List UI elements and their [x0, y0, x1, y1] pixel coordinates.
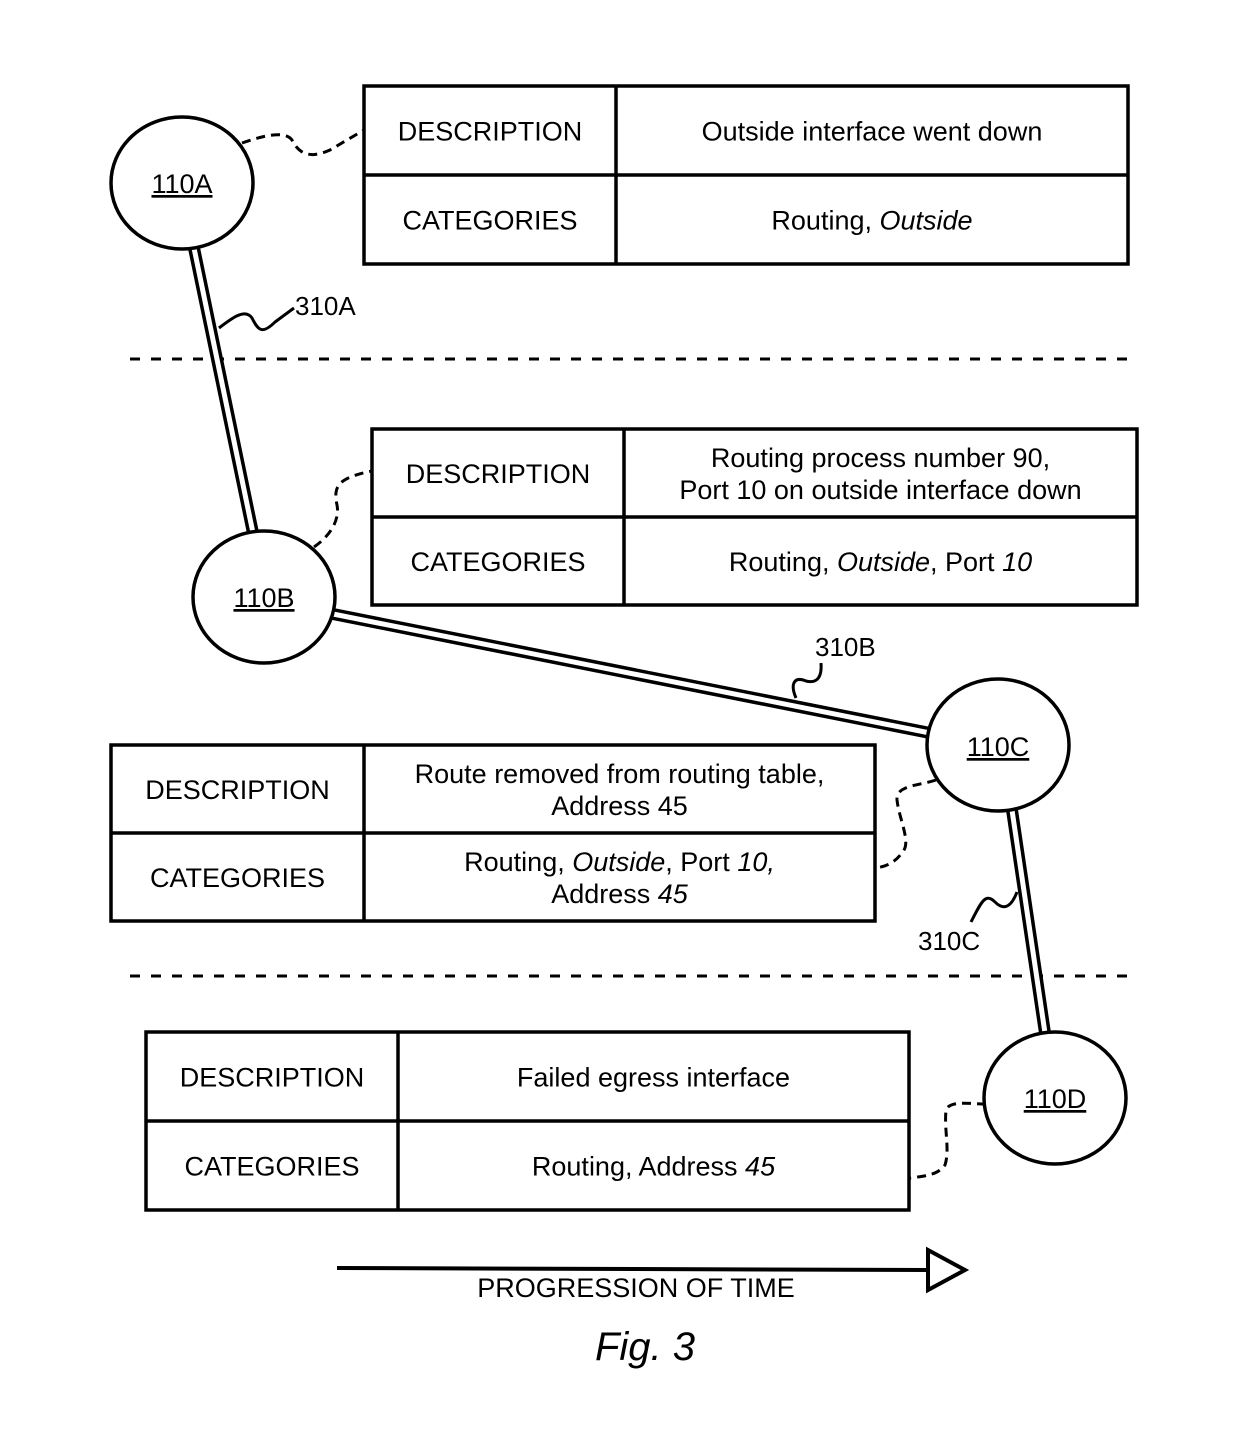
description-value: Port 10 on outside interface down	[679, 475, 1081, 505]
node-label-110C: 110C	[967, 732, 1030, 762]
category-term: , Port	[930, 547, 1002, 577]
description-value: Outside interface went down	[702, 117, 1043, 147]
time-arrow-shaft	[336, 1266, 929, 1272]
category-term-italic: 45	[658, 879, 689, 909]
event-table-110B: DESCRIPTION CATEGORIES Routing process num…	[370, 427, 1139, 607]
description-value: Routing process number 90,	[711, 443, 1050, 473]
link-leader-310A	[218, 306, 295, 332]
annotation-connector-110C	[875, 778, 937, 870]
link-inner	[191, 245, 256, 536]
annotation-connector-110B	[313, 469, 373, 549]
categories-value: Routing, Address 45	[532, 1152, 776, 1182]
category-term-italic: Outside	[572, 847, 665, 877]
category-term: Routing,	[771, 206, 879, 236]
node-110C[interactable]: 110C	[925, 677, 1071, 813]
description-value: Address 45	[551, 791, 688, 821]
categories-value: Address 45	[551, 879, 689, 909]
category-term-italic: Outside	[837, 547, 930, 577]
link-leader-310C	[969, 891, 1019, 923]
description-header: DESCRIPTION	[145, 775, 330, 805]
category-term: Routing,	[464, 847, 572, 877]
category-term-italic: 10	[1002, 547, 1032, 577]
category-term-italic: 45	[745, 1152, 776, 1182]
categories-header: CATEGORIES	[410, 547, 585, 577]
figure-caption: Fig. 3	[595, 1325, 695, 1369]
description-value: Route removed from routing table,	[415, 759, 825, 789]
link-310A	[188, 242, 259, 539]
categories-value: Routing, Outside	[771, 206, 972, 236]
time-arrow-head	[926, 1246, 970, 1294]
description-header: DESCRIPTION	[398, 117, 583, 147]
category-term: Routing,	[729, 547, 837, 577]
node-110A[interactable]: 110A	[109, 115, 255, 251]
link-label-310C: 310C	[918, 926, 980, 956]
node-label-110B: 110B	[233, 583, 294, 613]
link-inner	[1009, 807, 1048, 1036]
event-table-110A: DESCRIPTION CATEGORIES Outside interface w…	[362, 84, 1130, 266]
event-table-110C: DESCRIPTION CATEGORIES Route removed from …	[109, 743, 877, 923]
annotation-connector-110D	[909, 1101, 987, 1180]
categories-value: Routing, Outside, Port 10,	[464, 847, 775, 877]
category-term-italic: Outside	[880, 206, 973, 236]
categories-value: Routing, Outside, Port 10	[729, 547, 1032, 577]
categories-header: CATEGORIES	[150, 863, 325, 893]
annotation-connector-110A	[241, 128, 365, 157]
link-leader-310B	[791, 662, 823, 699]
node-110D[interactable]: 110D	[982, 1030, 1128, 1166]
node-label-110D: 110D	[1024, 1084, 1087, 1114]
node-label-110A: 110A	[151, 169, 212, 199]
description-value: Failed egress interface	[517, 1063, 790, 1093]
category-term: , Port	[665, 847, 737, 877]
node-110B[interactable]: 110B	[191, 529, 337, 665]
category-term-italic: 10,	[737, 847, 775, 877]
timeline-label: PROGRESSION OF TIME	[477, 1273, 795, 1303]
link-310C	[1006, 804, 1051, 1039]
link-label-310A: 310A	[295, 291, 356, 321]
categories-header: CATEGORIES	[184, 1152, 359, 1182]
category-term: Routing, Address	[532, 1152, 745, 1182]
link-label-310B: 310B	[815, 632, 876, 662]
description-header: DESCRIPTION	[180, 1063, 365, 1093]
event-sequence-diagram: 310A 310B 310C 110A 110B 110C 110D DESCR…	[109, 84, 1139, 1369]
description-header: DESCRIPTION	[406, 459, 591, 489]
category-term: Address	[551, 879, 658, 909]
categories-header: CATEGORIES	[402, 206, 577, 236]
event-table-110D: DESCRIPTION CATEGORIES Failed egress inter…	[144, 1030, 911, 1212]
